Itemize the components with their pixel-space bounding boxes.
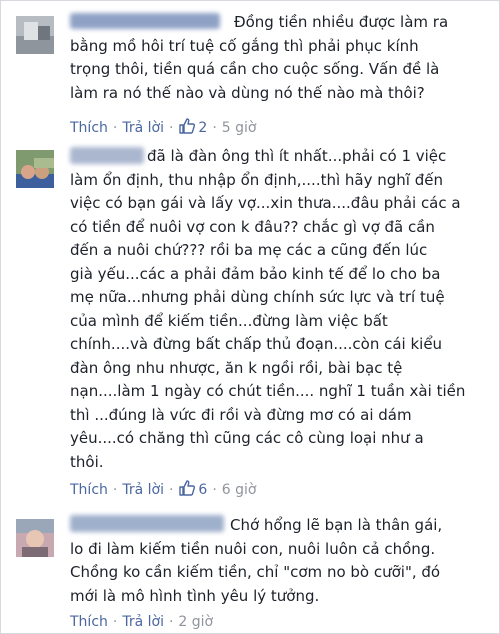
text-line: yêu....có chăng thì cũng các cô cùng loạ…: [70, 429, 424, 447]
like-icon[interactable]: [178, 479, 196, 497]
text-line: Chồng ko cần kiếm tiền, chỉ "cơm no bò c…: [70, 563, 441, 581]
text-line: làm ổn định, thu nhập ổn định,....thì hã…: [70, 170, 443, 189]
text-line: mẹ nữa...nhưng phải dùng chính sức lực v…: [70, 288, 445, 306]
text-line: già yếu...các a phải đảm bảo kinh tế để …: [70, 264, 441, 283]
separator-dot: ·: [168, 120, 174, 136]
comment-text: đã là đàn ông thì ít nhất...phải có 1 vi…: [70, 145, 490, 474]
timestamp[interactable]: 6 giờ: [222, 482, 257, 498]
reply-button[interactable]: Trả lời: [122, 482, 164, 498]
separator-dot: ·: [112, 614, 118, 630]
timestamp[interactable]: 2 giờ: [178, 614, 213, 630]
avatar[interactable]: [16, 16, 54, 54]
reply-button[interactable]: Trả lời: [122, 120, 164, 136]
text-line: bằng mồ hôi trí tuệ cố gắng thì phải phụ…: [70, 36, 419, 55]
like-button[interactable]: Thích: [70, 120, 108, 136]
like-count[interactable]: 6: [198, 482, 207, 498]
separator-dot: ·: [168, 482, 174, 498]
separator-dot: ·: [168, 614, 174, 630]
timestamp[interactable]: 5 giờ: [222, 120, 257, 136]
like-button[interactable]: Thích: [70, 482, 108, 498]
text-line: trọng thôi, tiền quá cần cho cuộc sống. …: [70, 60, 440, 78]
text-line: mới là mô hình tình yêu lý tưởng.: [70, 586, 320, 605]
comment-actions: Thích · Trả lời · 6 · 6 giờ: [70, 479, 257, 499]
like-icon[interactable]: [178, 117, 196, 135]
text-line: nạn....làm 1 ngày có chút tiền.... nghĩ …: [70, 382, 466, 400]
text-line: lo đi làm kiếm tiền nuôi con, nuôi luôn …: [70, 539, 436, 558]
separator-dot: ·: [212, 482, 217, 498]
like-button[interactable]: Thích: [70, 614, 108, 630]
avatar[interactable]: [16, 150, 54, 188]
comment-text: Chớ hổng lẽ bạn là thân gái, lo đi làm k…: [70, 514, 490, 608]
separator-dot: ·: [112, 120, 118, 136]
comment-actions: Thích · Trả lời · 2 giờ: [70, 612, 213, 632]
separator-dot: ·: [112, 482, 118, 498]
text-line: thôi.: [70, 452, 104, 471]
text-line: làm ra nó thế nào và dùng nó thế nào mà …: [70, 83, 425, 102]
text-line: có tiền để nuôi vợ con k đâu?? chắc gì v…: [70, 217, 435, 236]
text-line: đã là đàn ông thì ít nhất...phải có 1 vi…: [147, 147, 447, 165]
text-line: đến a nuôi chứ??? rồi ba mẹ các a cũng đ…: [70, 241, 428, 259]
text-line: Đồng tiền nhiều được làm ra: [234, 13, 449, 31]
text-line: Chớ hổng lẽ bạn là thân gái,: [230, 516, 443, 534]
separator-dot: ·: [212, 120, 217, 136]
like-count[interactable]: 2: [198, 120, 207, 136]
comment-actions: Thích · Trả lời · 2 · 5 giờ: [70, 117, 257, 137]
text-line: việc có bạn gái và lấy vợ...xin thưa....…: [70, 194, 461, 212]
text-line: đàn ông nhu nhược, ăn k ngồi rồi, bài bạ…: [70, 358, 403, 377]
text-line: chính....và đừng bất chấp thủ đoạn....cò…: [70, 335, 443, 353]
text-line: của mình để kiếm tiền...đừng làm việc bấ…: [70, 311, 388, 330]
avatar[interactable]: [16, 519, 54, 557]
comment-text: Đồng tiền nhiều được làm ra bằng mồ hôi …: [70, 11, 490, 105]
text-line: thì ...đúng là vức đi rồi và đừng mơ có …: [70, 405, 412, 424]
reply-button[interactable]: Trả lời: [122, 614, 164, 630]
